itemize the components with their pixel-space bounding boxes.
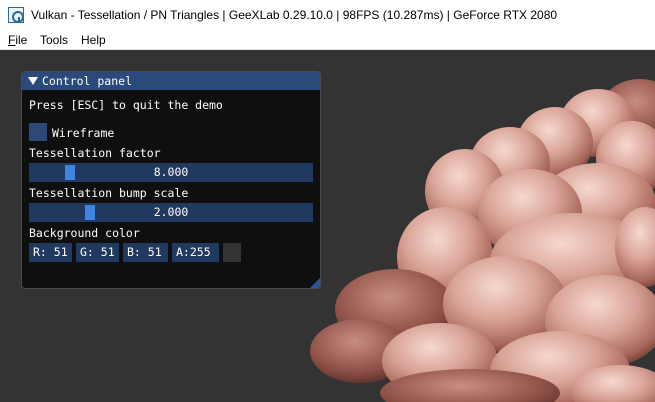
menu-file[interactable]: File — [8, 33, 27, 47]
bg-blue-field[interactable]: B: 51 — [123, 243, 168, 262]
bg-alpha-field[interactable]: A:255 — [172, 243, 219, 262]
tessellation-factor-value: 8.000 — [153, 165, 189, 179]
control-panel-header[interactable]: Control panel — [22, 72, 320, 90]
collapse-arrow-icon[interactable] — [28, 77, 38, 85]
menu-help[interactable]: Help — [81, 33, 106, 47]
resize-grip-icon[interactable] — [310, 278, 320, 288]
bump-scale-label: Tessellation bump scale — [29, 186, 189, 200]
mesh-front-layer — [310, 256, 655, 402]
wireframe-checkbox[interactable] — [29, 123, 47, 141]
menu-tools-label: Tools — [40, 33, 69, 47]
quit-hint-text: Press [ESC] to quit the demo — [29, 98, 223, 112]
menu-help-label: Help — [81, 33, 106, 47]
window-title: Vulkan - Tessellation / PN Triangles | G… — [31, 8, 558, 22]
bump-scale-value: 2.000 — [153, 205, 189, 219]
bg-color-swatch[interactable] — [223, 243, 241, 262]
title-bar: Vulkan - Tessellation / PN Triangles | G… — [0, 0, 655, 30]
control-panel-title: Control panel — [42, 74, 133, 88]
wireframe-label: Wireframe — [52, 126, 115, 140]
bg-red-field[interactable]: R: 51 — [29, 243, 72, 262]
menu-bar: File Tools Help — [0, 30, 655, 50]
control-panel: Control panel Press [ESC] to quit the de… — [21, 71, 321, 289]
geexlab-app-icon[interactable] — [8, 7, 24, 23]
menu-tools[interactable]: Tools — [40, 33, 68, 47]
background-color-label: Background color — [29, 226, 140, 240]
tessellation-factor-slider[interactable]: 8.000 — [29, 163, 313, 182]
tessellation-factor-label: Tessellation factor — [29, 146, 161, 160]
bg-green-field[interactable]: G: 51 — [76, 243, 119, 262]
bump-scale-slider[interactable]: 2.000 — [29, 203, 313, 222]
menu-file-label: ile — [15, 33, 28, 47]
